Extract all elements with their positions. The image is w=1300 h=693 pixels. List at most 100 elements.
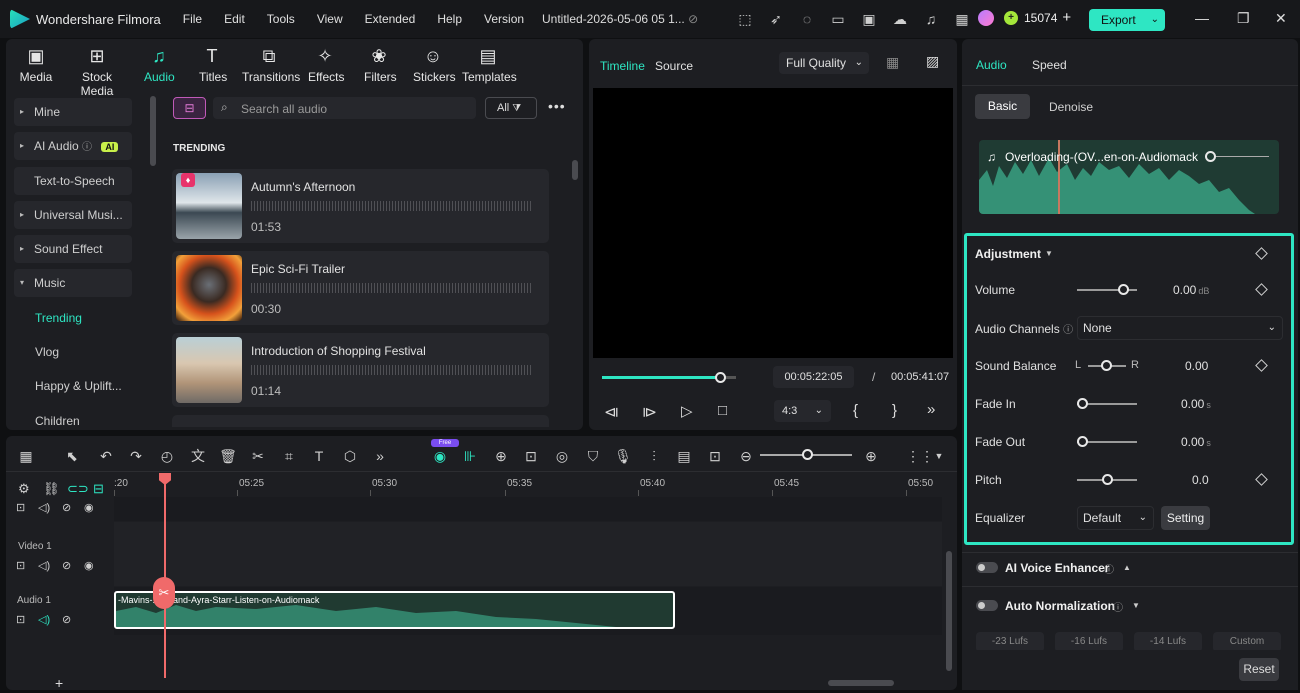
reset-button[interactable]: Reset [1239,658,1279,681]
sidebar-item-sound-effect[interactable]: ▸ Sound Effect [14,235,132,263]
library-scrollbar[interactable] [572,160,578,180]
snap-icon[interactable]: ⊟ [93,481,104,497]
equalizer-dropdown[interactable]: Default ⌄ [1077,506,1154,530]
undo-icon[interactable]: ↶ [97,447,115,465]
normalization-preset[interactable]: -23 Lufs [976,632,1044,652]
dropdown-arrow-icon[interactable]: ▼ [1045,249,1053,258]
save-icon[interactable]: ▣ [860,10,878,28]
cut-icon[interactable]: ✂ [249,447,267,465]
split-icon[interactable]: ⊪ [461,447,479,465]
lock-icon[interactable]: ⊡ [16,559,25,572]
more-controls-icon[interactable]: » [927,401,935,418]
zoom-in-icon[interactable]: ⊕ [862,447,880,465]
add-track-icon[interactable]: + [55,675,63,691]
normalization-preset[interactable]: Custom [1213,632,1281,652]
playhead-line[interactable] [164,474,166,678]
fit-icon[interactable]: ⊡ [706,447,724,465]
normalization-preset[interactable]: -16 Lufs [1055,632,1123,652]
fade-in-knob[interactable] [1077,398,1088,409]
snapshot-icon[interactable]: ▨ [926,53,939,70]
ai-voice-toggle[interactable] [976,562,998,573]
speaker-icon[interactable]: ◁) [38,559,50,572]
mute-icon[interactable]: ⊘ [62,559,71,572]
mark-in-icon[interactable]: { [853,402,858,419]
restore-icon[interactable]: ❐ [1237,10,1250,27]
search-input[interactable]: ⌕ Search all audio [213,97,476,119]
tab-timeline[interactable]: Timeline [600,59,645,73]
audio-item[interactable]: Introduction of Shopping Festival 01:14 [172,333,549,407]
toolbar-media[interactable]: ▣ Media [19,46,53,84]
export-button[interactable]: Export ⌄ [1089,9,1165,31]
subtitle-icon[interactable]: ▤ [675,447,693,465]
project-title[interactable]: Untitled-2026-05-06 05 1... ⊘ [542,12,698,26]
avatar[interactable] [978,9,994,26]
volume-value[interactable]: 0.00 dB [1173,283,1209,297]
expand-arrow-icon[interactable]: ▼ [1132,601,1140,610]
menu-item[interactable]: File [183,12,202,26]
sidebar-item-trending[interactable]: Trending [35,311,82,325]
text-icon[interactable]: T [310,447,328,465]
mic-icon[interactable]: 🎙 [614,447,632,465]
redo-icon[interactable]: ↷ [127,447,145,465]
stop-icon[interactable]: □ [718,402,727,419]
timeline-hscrollbar[interactable] [828,680,894,686]
fade-out-knob[interactable] [1077,436,1088,447]
close-icon[interactable]: ✕ [1275,10,1287,27]
ai-copilot-icon[interactable]: ◉ [431,447,449,465]
timeline-vscrollbar[interactable] [946,551,952,671]
audio-item[interactable]: Epic Sci-Fi Trailer 00:30 [172,251,549,325]
collapse-arrow-icon[interactable]: ▲ [1123,563,1131,572]
next-frame-icon[interactable]: ⧐ [642,403,657,421]
toolbar-templates[interactable]: ▤ Templates [462,46,517,84]
video-preview[interactable] [593,88,953,358]
eye-icon[interactable]: ◉ [84,501,94,514]
fade-in-value[interactable]: 0.00 s [1181,397,1211,411]
mask-icon[interactable]: ⬡ [341,447,359,465]
adjustment-title[interactable]: Adjustment [975,247,1041,261]
audio-item[interactable]: ♦ Autumn's Afternoon 01:53 [172,169,549,243]
lock-icon[interactable]: ⊡ [16,501,25,514]
play-icon[interactable]: ▷ [681,402,693,420]
sidebar-item-happy[interactable]: Happy & Uplift... [35,379,122,393]
cloud-upload-icon[interactable]: ☁ [891,10,909,28]
current-time[interactable]: 00:05:22:05 [773,366,854,388]
sidebar-item-ai-audio[interactable]: ▸ AI Audio ⓘ AI [14,132,132,160]
more-icon[interactable]: ••• [548,98,566,114]
audio-waveform-preview[interactable]: ♫ Overloading-(OV...en-on-Audiomack [979,140,1279,214]
menu-item[interactable]: Version [484,12,524,26]
tab-source[interactable]: Source [655,59,693,73]
toolbar-effects[interactable]: ✧ Effects [308,46,344,84]
video-track-lane[interactable] [114,522,942,586]
mute-icon[interactable]: ⊘ [62,613,71,626]
grid-view-icon[interactable]: ▦ [886,54,899,71]
playback-progress[interactable] [602,372,736,383]
prev-frame-icon[interactable]: ⧏ [604,403,619,421]
sidebar-item-children[interactable]: Children [35,414,80,428]
sidebar-item-vlog[interactable]: Vlog [35,345,59,359]
clip-volume-knob[interactable] [1205,151,1216,162]
timeline-settings-icon[interactable]: ⋮⋮ [906,447,934,465]
menu-item[interactable]: View [317,12,343,26]
layout-icon[interactable]: ▦ [17,447,35,465]
speaker-icon[interactable]: ◁) [38,501,50,514]
shield-icon[interactable]: ⛉ [584,447,602,465]
toolbar-stickers[interactable]: ☺ Stickers [413,46,456,84]
unlink-icon[interactable]: ⛓ [43,481,60,497]
layout-icon[interactable]: ▭ [829,10,847,28]
toolbar-titles[interactable]: T Titles [199,46,227,84]
zoom-out-icon[interactable]: ⊖ [737,447,755,465]
menu-item[interactable]: Extended [365,12,416,26]
ai-music-button[interactable]: ⊟ [173,97,206,119]
mute-icon[interactable]: ⊘ [62,501,71,514]
speaker-icon[interactable]: ◁) [38,613,50,626]
quality-dropdown[interactable]: Full Quality ⌄ [779,52,869,74]
sidebar-item-music[interactable]: ▾ Music [14,269,132,297]
eye-icon[interactable]: ◉ [84,559,94,572]
audio-clip[interactable]: -Mavins-...on-and-Ayra-Starr-Listen-on-A… [114,591,675,629]
help-icon[interactable]: ⓘ [82,142,92,153]
sidebar-item-tts[interactable]: Text-to-Speech [14,167,132,195]
speed-icon[interactable]: ◴ [158,447,176,465]
lock-icon[interactable]: ⊡ [16,613,25,626]
equalizer-setting-button[interactable]: Setting [1161,506,1210,530]
balance-knob[interactable] [1101,360,1112,371]
